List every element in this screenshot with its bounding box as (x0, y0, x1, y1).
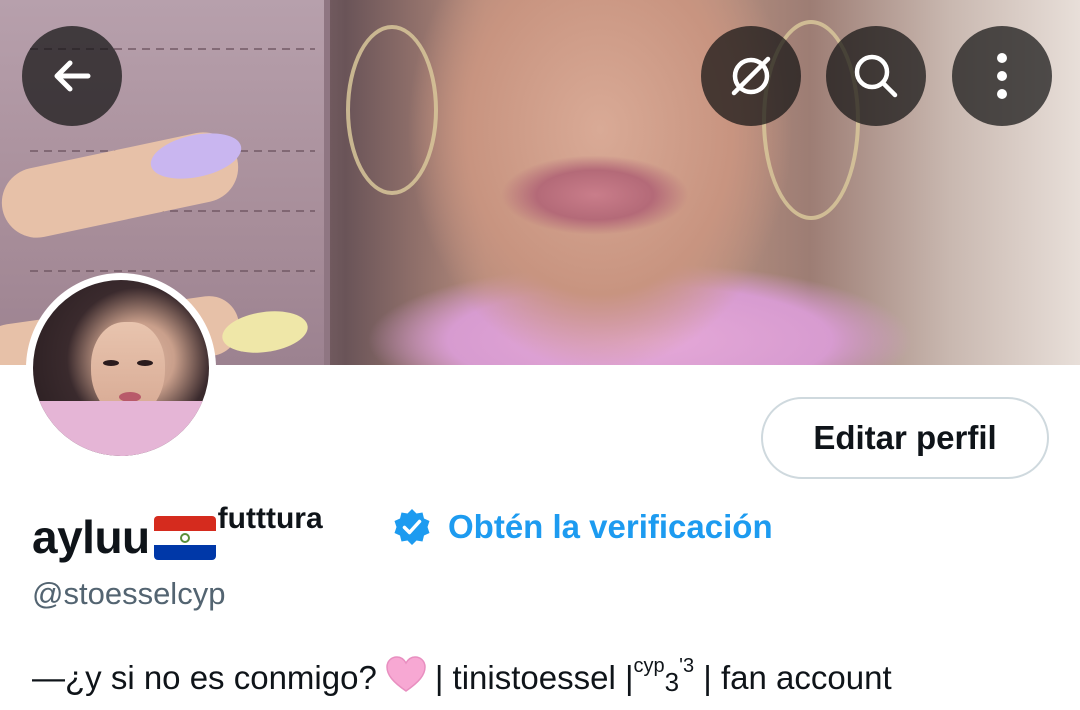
profile-bio: —¿y si no es conmigo? | tinistoessel | c… (32, 655, 892, 701)
get-verified-label: Obtén la verificación (448, 508, 773, 545)
hide-banner-button[interactable] (701, 26, 801, 126)
search-icon (854, 54, 898, 98)
bio-superscript-2: '3 (679, 654, 695, 677)
pink-heart-icon (385, 655, 427, 701)
banner-hoop-earring (346, 25, 438, 195)
more-vertical-icon (997, 53, 1007, 99)
bio-text-part-2: | tinistoessel | (434, 659, 634, 696)
avatar[interactable] (26, 273, 216, 463)
verified-badge-icon (394, 509, 430, 545)
display-name: ayluu (32, 511, 150, 563)
paraguay-flag-icon (153, 516, 216, 560)
edit-profile-button[interactable]: Editar perfil (761, 397, 1049, 479)
display-name-row: ayluu futttura (32, 500, 323, 563)
avatar-image (33, 280, 209, 456)
bio-subscript: 3 (664, 666, 680, 697)
bio-text-part-1: —¿y si no es conmigo? (32, 659, 377, 696)
display-name-suffix: futttura (217, 502, 323, 535)
eye-slash-icon (731, 56, 771, 96)
bio-superscript-1: cyp (633, 654, 665, 677)
back-button[interactable] (22, 26, 122, 126)
bio-text-part-3: | fan account (694, 659, 892, 696)
get-verified-link[interactable]: Obtén la verificación (392, 507, 773, 547)
more-options-button[interactable] (952, 26, 1052, 126)
user-handle: @stoesselcyp (32, 576, 226, 611)
search-button[interactable] (826, 26, 926, 126)
arrow-left-icon (54, 60, 91, 92)
